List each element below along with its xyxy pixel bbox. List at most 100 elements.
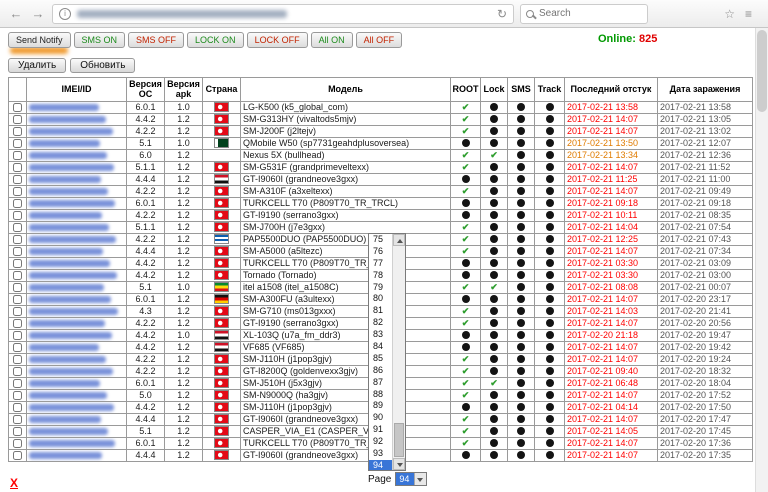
imei-link-redacted[interactable] <box>29 320 105 327</box>
imei-link-redacted[interactable] <box>29 332 112 339</box>
row-checkbox[interactable] <box>13 271 22 280</box>
row-checkbox[interactable] <box>13 187 22 196</box>
imei-link-redacted[interactable] <box>29 440 115 447</box>
row-checkbox[interactable] <box>13 451 22 460</box>
row-checkbox[interactable] <box>13 211 22 220</box>
row-checkbox[interactable] <box>13 127 22 136</box>
row-checkbox[interactable] <box>13 343 22 352</box>
row-checkbox[interactable] <box>13 235 22 244</box>
imei-link-redacted[interactable] <box>29 392 107 399</box>
window-scrollbar[interactable] <box>755 28 768 492</box>
row-checkbox[interactable] <box>13 427 22 436</box>
row-checkbox[interactable] <box>13 259 22 268</box>
refresh-button[interactable]: Обновить <box>70 58 135 73</box>
scroll-up-icon[interactable] <box>393 234 405 246</box>
imei-link-redacted[interactable] <box>29 416 101 423</box>
imei-link-redacted[interactable] <box>29 308 118 315</box>
row-checkbox[interactable] <box>13 223 22 232</box>
row-checkbox[interactable] <box>13 163 22 172</box>
row-checkbox[interactable] <box>13 307 22 316</box>
search-input[interactable] <box>539 8 642 19</box>
bookmark-star-icon[interactable]: ☆ <box>724 7 735 21</box>
imei-link-redacted[interactable] <box>29 368 113 375</box>
row-checkbox[interactable] <box>13 379 22 388</box>
imei-link-redacted[interactable] <box>29 200 115 207</box>
lock-on-button[interactable]: LOCK ON <box>187 32 244 48</box>
imei-link-redacted[interactable] <box>29 260 110 267</box>
row-checkbox[interactable] <box>13 391 22 400</box>
imei-link-redacted[interactable] <box>29 248 103 255</box>
row-checkbox[interactable] <box>13 139 22 148</box>
page-option[interactable]: 78 <box>369 270 392 282</box>
page-option[interactable]: 77 <box>369 258 392 270</box>
imei-link-redacted[interactable] <box>29 164 114 171</box>
menu-icon[interactable]: ≡ <box>745 7 752 21</box>
sms-on-button[interactable]: SMS ON <box>74 32 126 48</box>
page-option[interactable]: 88 <box>369 389 392 401</box>
imei-link-redacted[interactable] <box>29 356 106 363</box>
imei-link-redacted[interactable] <box>29 428 108 435</box>
imei-link-redacted[interactable] <box>29 296 111 303</box>
back-icon[interactable]: ← <box>8 6 24 22</box>
page-option[interactable]: 75 <box>369 234 392 246</box>
row-checkbox[interactable] <box>13 247 22 256</box>
imei-link-redacted[interactable] <box>29 128 113 135</box>
row-checkbox[interactable] <box>13 367 22 376</box>
window-scroll-thumb[interactable] <box>757 30 767 112</box>
sms-off-button[interactable]: SMS OFF <box>128 32 184 48</box>
site-info-icon[interactable]: i <box>59 8 71 20</box>
page-option[interactable]: 82 <box>369 317 392 329</box>
lock-off-button[interactable]: LOCK OFF <box>247 32 308 48</box>
redacted-orange-link[interactable] <box>10 47 68 54</box>
page-option[interactable]: 94 <box>369 460 392 470</box>
row-checkbox[interactable] <box>13 175 22 184</box>
forward-icon[interactable]: → <box>30 6 46 22</box>
row-checkbox[interactable] <box>13 319 22 328</box>
url-bar[interactable]: i ↻ <box>52 4 514 24</box>
imei-link-redacted[interactable] <box>29 284 104 291</box>
imei-link-redacted[interactable] <box>29 140 100 147</box>
imei-link-redacted[interactable] <box>29 104 99 111</box>
page-option[interactable]: 84 <box>369 341 392 353</box>
page-option[interactable]: 92 <box>369 436 392 448</box>
imei-link-redacted[interactable] <box>29 212 102 219</box>
chevron-down-icon[interactable] <box>414 473 426 485</box>
row-checkbox[interactable] <box>13 115 22 124</box>
dropdown-scroll-thumb[interactable] <box>394 423 404 457</box>
row-checkbox[interactable] <box>13 199 22 208</box>
page-option[interactable]: 86 <box>369 365 392 377</box>
page-option[interactable]: 87 <box>369 377 392 389</box>
row-checkbox[interactable] <box>13 331 22 340</box>
row-checkbox[interactable] <box>13 439 22 448</box>
row-checkbox[interactable] <box>13 355 22 364</box>
imei-link-redacted[interactable] <box>29 176 101 183</box>
row-checkbox[interactable] <box>13 103 22 112</box>
row-checkbox[interactable] <box>13 283 22 292</box>
page-option[interactable]: 83 <box>369 329 392 341</box>
delete-button[interactable]: Удалить <box>8 58 66 73</box>
page-option[interactable]: 80 <box>369 293 392 305</box>
imei-link-redacted[interactable] <box>29 236 116 243</box>
imei-link-redacted[interactable] <box>29 116 106 123</box>
search-box[interactable] <box>520 4 648 24</box>
row-checkbox[interactable] <box>13 295 22 304</box>
all-on-button[interactable]: All ON <box>311 32 353 48</box>
all-off-button[interactable]: All OFF <box>356 32 403 48</box>
row-checkbox[interactable] <box>13 151 22 160</box>
scroll-down-icon[interactable] <box>393 458 405 470</box>
imei-link-redacted[interactable] <box>29 224 109 231</box>
imei-link-redacted[interactable] <box>29 272 117 279</box>
page-option[interactable]: 93 <box>369 448 392 460</box>
page-option[interactable]: 79 <box>369 282 392 294</box>
page-option[interactable]: 81 <box>369 305 392 317</box>
page-option[interactable]: 85 <box>369 353 392 365</box>
page-option[interactable]: 76 <box>369 246 392 258</box>
imei-link-redacted[interactable] <box>29 380 100 387</box>
page-select[interactable]: 94 <box>395 472 427 486</box>
page-option[interactable]: 89 <box>369 400 392 412</box>
reload-icon[interactable]: ↻ <box>497 7 507 21</box>
close-link[interactable]: X <box>10 476 18 490</box>
imei-link-redacted[interactable] <box>29 152 107 159</box>
page-option[interactable]: 91 <box>369 424 392 436</box>
page-dropdown-list[interactable]: 7576777879808182838485868788899091929394 <box>368 233 406 471</box>
